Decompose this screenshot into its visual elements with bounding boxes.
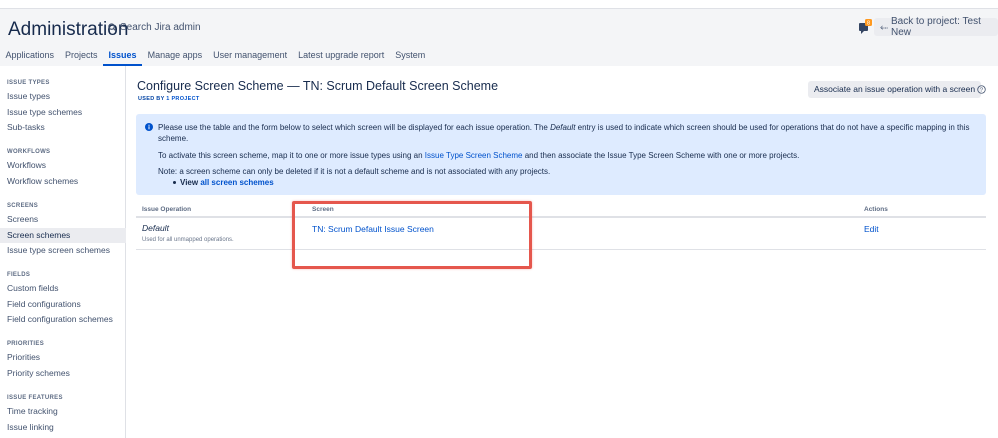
back-to-project-button[interactable]: ⬸ Back to project: Test New: [874, 16, 998, 38]
sidebar-item-issue-type-schemes[interactable]: Issue type schemes: [0, 105, 126, 121]
header-actions: Actions: [864, 206, 888, 213]
sidebar: ISSUE TYPES Issue types Issue type schemes…: [0, 66, 126, 438]
sidebar-group-fields: FIELDS Custom fields Field configurations F…: [0, 269, 126, 328]
nav-tab-manage-apps[interactable]: Manage apps: [142, 47, 208, 66]
admin-nav-tabs: Applications Projects Issues Manage apps Use…: [0, 47, 431, 66]
used-by-project-link[interactable]: 1 PROJECT: [166, 96, 199, 102]
issue-type-screen-scheme-link[interactable]: Issue Type Screen Scheme: [425, 151, 523, 160]
operation-description: Used for all unmapped operations.: [142, 237, 234, 243]
table-row: Default Used for all unmapped operations…: [136, 218, 986, 250]
sidebar-item-screens[interactable]: Screens: [0, 212, 126, 228]
nav-tab-user-management[interactable]: User management: [208, 47, 293, 66]
nav-tab-system[interactable]: System: [390, 47, 431, 66]
sidebar-heading: FIELDS: [7, 272, 31, 278]
info-text: To activate this screen scheme, map it t…: [158, 151, 425, 160]
sidebar-heading: WORKFLOWS: [7, 149, 51, 155]
sidebar-heading: SCREENS: [7, 203, 39, 209]
sidebar-item-sub-tasks[interactable]: Sub-tasks: [0, 120, 126, 136]
sidebar-group-screens: SCREENS Screens Screen schemes Issue type s…: [0, 200, 126, 259]
sidebar-item-issue-linking[interactable]: Issue linking: [0, 420, 126, 436]
sidebar-heading: ISSUE FEATURES: [7, 395, 63, 401]
info-paragraph-1: Please use the table and the form below …: [158, 122, 980, 144]
notification-icon[interactable]: 8: [858, 19, 872, 35]
help-icon[interactable]: ?: [977, 85, 986, 94]
notification-badge: 8: [867, 21, 870, 27]
associate-operation-button[interactable]: Associate an issue operation with a scre…: [808, 81, 982, 98]
sidebar-item-time-tracking[interactable]: Time tracking: [0, 404, 126, 420]
highlight-annotation-box: [292, 201, 532, 269]
search-admin[interactable]: Search Jira admin: [108, 22, 201, 33]
sidebar-item-priorities[interactable]: Priorities: [0, 350, 126, 366]
used-by-prefix: USED BY: [138, 96, 167, 102]
sidebar-heading: PRIORITIES: [7, 341, 45, 347]
info-paragraph-3: Note: a screen scheme can only be delete…: [158, 167, 551, 176]
browser-top-strip: [0, 0, 998, 9]
info-message: Please use the table and the form below …: [136, 114, 986, 195]
sidebar-heading: ISSUE TYPES: [7, 80, 50, 86]
sidebar-item-workflows[interactable]: Workflows: [0, 158, 126, 174]
main-content: Configure Screen Scheme — TN: Scrum Defa…: [126, 66, 998, 438]
search-placeholder: Search Jira admin: [120, 22, 201, 33]
info-text: View: [180, 178, 201, 187]
back-arrow-icon: ⬸: [880, 21, 888, 33]
all-screen-schemes-link[interactable]: all screen schemes: [200, 178, 273, 187]
nav-tab-applications[interactable]: Applications: [0, 47, 60, 66]
info-paragraph-4: View all screen schemes: [173, 177, 998, 188]
used-by-badge: USED BY 1 PROJECT: [138, 96, 200, 102]
sidebar-item-priority-schemes[interactable]: Priority schemes: [0, 366, 126, 382]
sidebar-group-issue-types: ISSUE TYPES Issue types Issue type schemes…: [0, 77, 126, 136]
page-title: Configure Screen Scheme — TN: Scrum Defa…: [137, 79, 499, 93]
sidebar-group-priorities: PRIORITIES Priorities Priority schemes: [0, 338, 126, 381]
sidebar-group-issue-features: ISSUE FEATURES Time tracking Issue linking: [0, 392, 126, 435]
info-text: and then associate the Issue Type Screen…: [522, 151, 800, 160]
sidebar-item-custom-fields[interactable]: Custom fields: [0, 281, 126, 297]
info-text: Please use the table and the form below …: [158, 123, 551, 132]
sidebar-item-issue-types[interactable]: Issue types: [0, 89, 126, 105]
sidebar-item-issue-type-screen-schemes[interactable]: Issue type screen schemes: [0, 243, 126, 259]
operation-name: Default: [142, 223, 169, 233]
info-paragraph-2: To activate this screen scheme, map it t…: [158, 150, 980, 161]
sidebar-item-screen-schemes[interactable]: Screen schemes: [0, 227, 126, 243]
nav-tab-issues[interactable]: Issues: [103, 47, 143, 66]
sidebar-item-workflow-schemes[interactable]: Workflow schemes: [0, 174, 126, 190]
info-icon: [145, 123, 153, 131]
table-header-row: Issue Operation Screen Actions: [136, 202, 986, 218]
nav-tab-projects[interactable]: Projects: [60, 47, 104, 66]
header-issue-operation: Issue Operation: [142, 206, 192, 213]
nav-tab-latest-upgrade-report[interactable]: Latest upgrade report: [293, 47, 390, 66]
sidebar-item-field-configuration-schemes[interactable]: Field configuration schemes: [0, 312, 126, 328]
edit-link[interactable]: Edit: [864, 224, 879, 234]
sidebar-group-workflows: WORKFLOWS Workflows Workflow schemes: [0, 146, 126, 189]
sidebar-item-field-configurations[interactable]: Field configurations: [0, 297, 126, 313]
bullet-icon: [173, 181, 176, 185]
info-default-italic: Default: [550, 123, 576, 132]
back-button-label: Back to project: Test New: [891, 16, 981, 38]
search-icon: [108, 23, 117, 32]
